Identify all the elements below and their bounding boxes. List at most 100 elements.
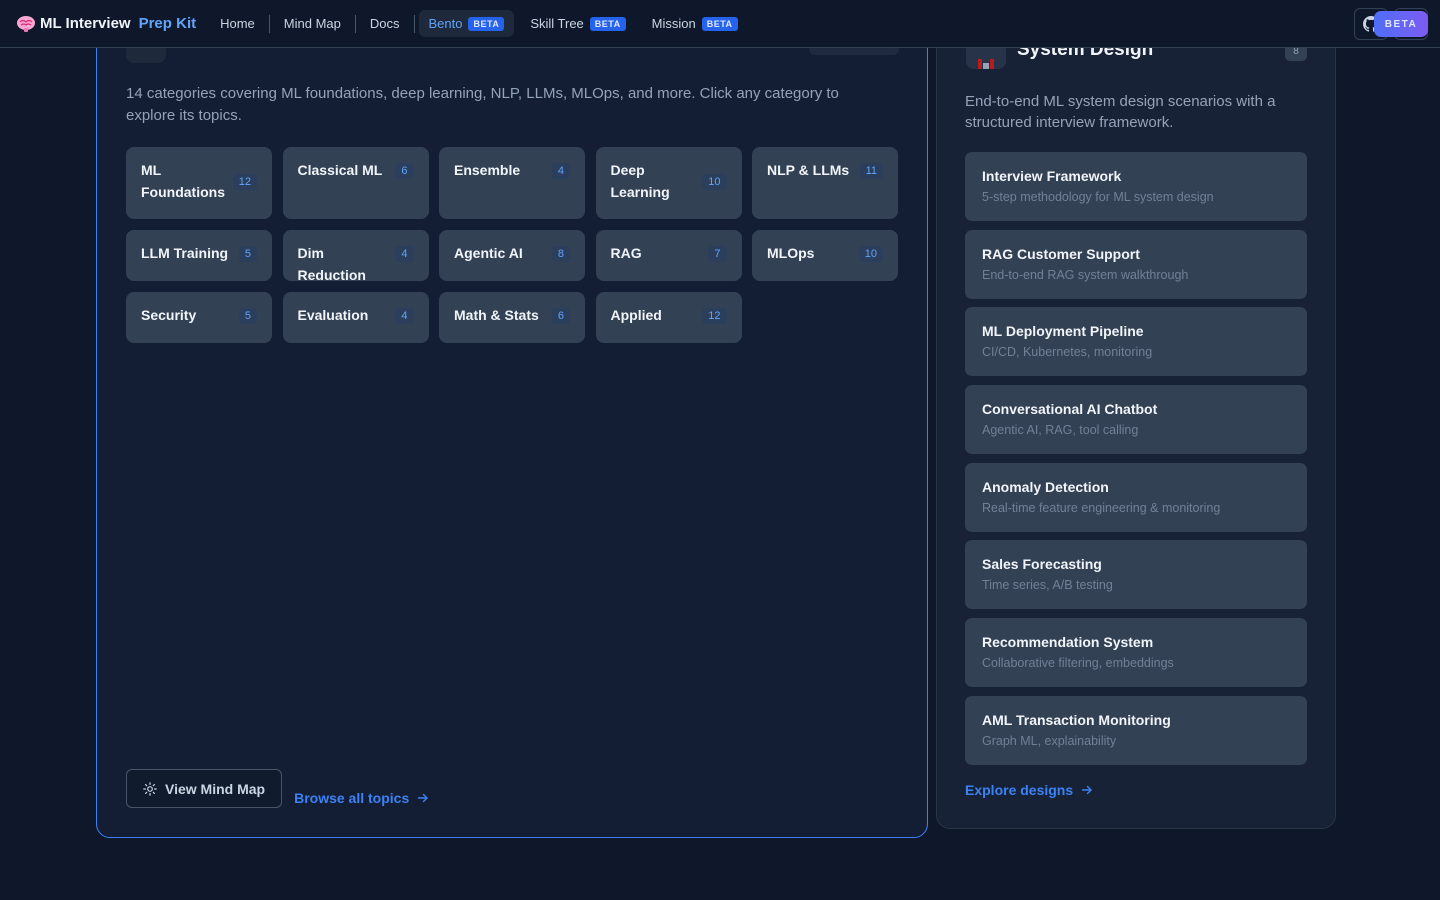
nav-mindmap[interactable]: Mind Map — [274, 10, 351, 37]
design-item-subtitle: Agentic AI, RAG, tool calling — [982, 423, 1139, 438]
categories-actions: View Mind Map Browse all topics — [126, 769, 429, 808]
category-name: Evaluation — [297, 307, 369, 323]
categories-description: 14 categories covering ML foundations, d… — [126, 85, 839, 124]
category-count: 12 — [232, 174, 257, 190]
category-tile-security[interactable]: Security 5 — [126, 292, 272, 343]
categories-grid: ML Foundations 12 Classical ML 6 Ensembl… — [126, 147, 898, 343]
category-count: 12 — [702, 308, 727, 324]
nav-skilltree[interactable]: Skill Tree BETA — [520, 10, 635, 37]
category-name: Agentic AI — [454, 245, 523, 261]
nav-divider — [268, 14, 270, 33]
category-name: Classical ML — [297, 162, 383, 178]
design-item-title: AML Transaction Monitoring — [982, 711, 1171, 728]
category-tile-mlops[interactable]: MLOps 10 — [752, 230, 898, 281]
nav-docs-label: Docs — [369, 16, 400, 31]
design-item-subtitle: Graph ML, explainability — [982, 733, 1117, 748]
category-name: MLOps — [767, 245, 815, 261]
beta-badge: BETA — [468, 16, 505, 31]
explore-designs-link[interactable]: Explore designs — [965, 782, 1093, 798]
category-name: ML Foundations — [141, 159, 225, 203]
design-item-title: Interview Framework — [982, 168, 1122, 184]
design-item-recommendation-system[interactable]: Recommendation System Collaborative filt… — [965, 618, 1307, 688]
nav-divider — [354, 14, 356, 33]
nav-bento-label: Bento — [428, 16, 463, 31]
brand-accent: Prep Kit — [138, 15, 197, 32]
main-nav: Home Mind Map Docs Bento BETA Skill Tree… — [204, 10, 747, 37]
explore-designs-label: Explore designs — [965, 782, 1074, 798]
category-tile-ensemble[interactable]: Ensemble 4 — [439, 147, 585, 219]
design-item-title: ML Deployment Pipeline — [982, 323, 1144, 340]
design-item-title: Sales Forecasting — [982, 556, 1102, 573]
category-name-line: Learning — [610, 184, 670, 200]
category-name: Dim Reduction — [297, 245, 366, 283]
design-item-title: Recommendation System — [982, 634, 1154, 651]
arrow-right-icon — [1081, 785, 1092, 795]
category-tile-classical-ml[interactable]: Classical ML 6 — [282, 147, 429, 219]
category-count: 4 — [551, 163, 570, 179]
beta-badge: BETA — [589, 16, 626, 31]
design-item-subtitle: 5-step methodology for ML system design — [982, 190, 1214, 204]
nav-docs[interactable]: Docs — [360, 10, 410, 37]
category-tile-dim-reduction[interactable]: Dim Reduction 4 — [282, 230, 429, 283]
design-item-conversational-ai-chatbot[interactable]: Conversational AI Chatbot Agentic AI, RA… — [965, 385, 1307, 455]
design-item-anomaly-detection[interactable]: Anomaly Detection Real-time feature engi… — [965, 462, 1307, 532]
nav-mindmap-label: Mind Map — [283, 16, 341, 31]
category-count: 6 — [395, 163, 414, 179]
category-name: Math & Stats — [454, 307, 539, 323]
category-name: NLP & LLMs — [767, 162, 850, 178]
view-mindmap-button[interactable]: View Mind Map — [126, 769, 283, 808]
category-count: 11 — [859, 163, 883, 179]
category-name-line: ML — [141, 162, 162, 178]
category-count: 10 — [858, 246, 883, 262]
system-design-card: System Design 8 End-to-end ML system des… — [936, 8, 1336, 829]
categories-card: 14 categories covering ML foundations, d… — [96, 8, 928, 838]
brand[interactable]: ML Interview Prep Kit — [16, 15, 196, 33]
view-mindmap-label: View Mind Map — [165, 780, 266, 797]
category-name: Security — [141, 307, 197, 323]
arrow-right-icon — [418, 793, 428, 803]
category-name: Ensemble — [454, 162, 521, 178]
design-item-aml-transaction-monitoring[interactable]: AML Transaction Monitoring Graph ML, exp… — [965, 695, 1307, 765]
design-item-title: Conversational AI Chatbot — [982, 401, 1158, 418]
nav-home[interactable]: Home — [210, 10, 265, 37]
design-item-subtitle: Time series, A/B testing — [982, 578, 1113, 593]
category-tile-llm-training[interactable]: LLM Training 5 — [126, 230, 272, 281]
category-tile-nlp-llms[interactable]: NLP & LLMs 11 — [752, 147, 898, 219]
design-item-subtitle: Collaborative filtering, embeddings — [982, 656, 1174, 671]
category-name-line: Foundations — [141, 184, 225, 200]
category-count: 10 — [702, 174, 727, 190]
category-count: 8 — [551, 246, 570, 262]
category-tile-deep-learning[interactable]: Deep Learning 10 — [595, 147, 742, 219]
category-name: Deep Learning — [611, 159, 670, 203]
category-tile-rag[interactable]: RAG 7 — [595, 230, 742, 281]
design-item-sales-forecasting[interactable]: Sales Forecasting Time series, A/B testi… — [965, 540, 1307, 610]
design-item-rag-customer-support[interactable]: RAG Customer Support End-to-end RAG syst… — [965, 229, 1307, 299]
beta-pill[interactable]: BETA — [1374, 11, 1428, 37]
category-name: RAG — [610, 245, 642, 261]
design-item-ml-deployment-pipeline[interactable]: ML Deployment Pipeline CI/CD, Kubernetes… — [965, 307, 1307, 377]
category-tile-ml-foundations[interactable]: ML Foundations 12 — [126, 147, 272, 219]
design-item-subtitle: Real-time feature engineering & monitori… — [982, 500, 1221, 515]
browse-all-topics-link[interactable]: Browse all topics — [294, 790, 429, 806]
category-count: 5 — [238, 246, 257, 262]
building-icon — [978, 59, 994, 69]
category-tile-agentic-ai[interactable]: Agentic AI 8 — [439, 230, 585, 281]
nav-mission[interactable]: Mission BETA — [642, 10, 748, 37]
brain-icon — [17, 15, 35, 32]
browse-all-topics-label: Browse all topics — [294, 790, 410, 806]
design-item-subtitle: End-to-end RAG system walkthrough — [982, 267, 1189, 282]
design-item-title: Anomaly Detection — [982, 478, 1109, 495]
category-tile-applied[interactable]: Applied 12 — [595, 292, 742, 343]
system-design-description: End-to-end ML system design scenarios wi… — [965, 93, 1276, 131]
design-item-subtitle: CI/CD, Kubernetes, monitoring — [982, 345, 1153, 360]
category-count: 4 — [395, 246, 414, 262]
category-tile-math-stats[interactable]: Math & Stats 6 — [439, 292, 585, 343]
category-name: Applied — [610, 307, 662, 323]
nav-home-label: Home — [220, 16, 255, 31]
design-item-interview-framework[interactable]: Interview Framework 5-step methodology f… — [965, 152, 1307, 221]
category-tile-evaluation[interactable]: Evaluation 4 — [282, 292, 429, 343]
category-count: 7 — [708, 246, 727, 262]
nav-bento[interactable]: Bento BETA — [418, 10, 515, 37]
design-item-title: RAG Customer Support — [982, 245, 1140, 262]
sun-icon — [143, 781, 157, 796]
